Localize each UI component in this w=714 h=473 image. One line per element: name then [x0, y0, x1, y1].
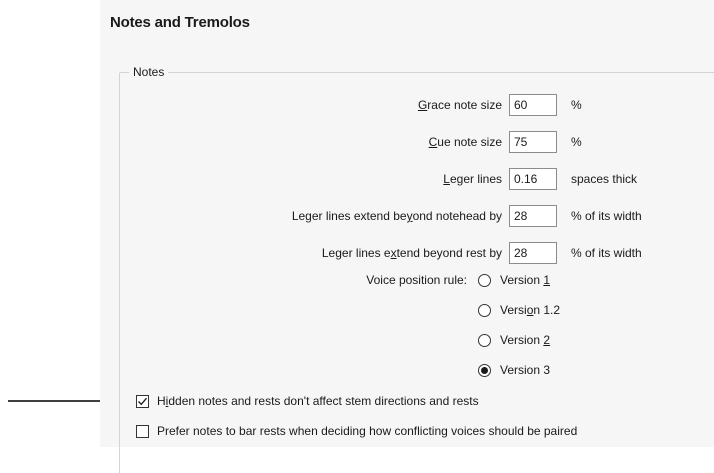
leger-notehead-unit: % of its width — [571, 209, 642, 223]
checkbox-unchecked-icon[interactable] — [136, 424, 149, 438]
radio-label: Version 2 — [500, 333, 551, 347]
voice-version-2-radio[interactable]: Version 2 — [478, 330, 550, 350]
radio-label: Version 3 — [500, 363, 551, 377]
cue-note-size-input[interactable] — [509, 131, 557, 153]
leger-rest-unit: % of its width — [571, 246, 642, 260]
radio-label: Version 1 — [500, 273, 551, 287]
cue-note-size-unit: % — [571, 135, 582, 149]
prefer-notes-checkbox-row[interactable]: Prefer notes to bar rests when deciding … — [136, 421, 577, 441]
grace-note-size-unit: % — [571, 98, 582, 112]
grace-note-size-input[interactable] — [509, 94, 557, 116]
voice-version-3-radio[interactable]: Version 3 — [478, 360, 550, 380]
radio-circle-icon[interactable] — [478, 303, 491, 317]
checkbox-checked-icon[interactable] — [136, 394, 149, 408]
radio-dot-icon — [481, 366, 488, 374]
hidden-notes-label: Hidden notes and rests don't affect stem… — [157, 394, 479, 408]
checkmark-icon — [138, 397, 147, 405]
leger-notehead-input[interactable] — [509, 205, 557, 227]
leger-notehead-label: Leger lines extend beyond notehead by — [291, 209, 502, 223]
section-title: Notes and Tremolos — [110, 14, 250, 31]
cue-note-size-label: Cue note size — [428, 135, 502, 149]
leger-lines-input[interactable] — [509, 168, 557, 190]
voice-version-1-radio[interactable]: Version 1 — [478, 270, 550, 290]
voice-version-1-2-radio[interactable]: Version 1.2 — [478, 300, 560, 320]
voice-position-label: Voice position rule: — [366, 273, 467, 287]
leger-rest-label: Leger lines extend beyond rest by — [321, 246, 502, 260]
hidden-notes-checkbox-row[interactable]: Hidden notes and rests don't affect stem… — [136, 391, 479, 411]
radio-label: Version 1.2 — [500, 303, 561, 317]
radio-circle-icon[interactable] — [478, 273, 491, 287]
leger-lines-unit: spaces thick — [571, 172, 638, 186]
radio-circle-icon[interactable] — [478, 333, 491, 347]
grace-note-size-label: Grace note size — [417, 98, 502, 112]
prefer-notes-label: Prefer notes to bar rests when deciding … — [157, 424, 578, 438]
radio-selected-icon[interactable] — [478, 363, 491, 377]
leger-lines-label: Leger lines — [443, 172, 502, 186]
notes-group-legend: Notes — [129, 65, 169, 79]
leger-rest-input[interactable] — [509, 242, 557, 264]
